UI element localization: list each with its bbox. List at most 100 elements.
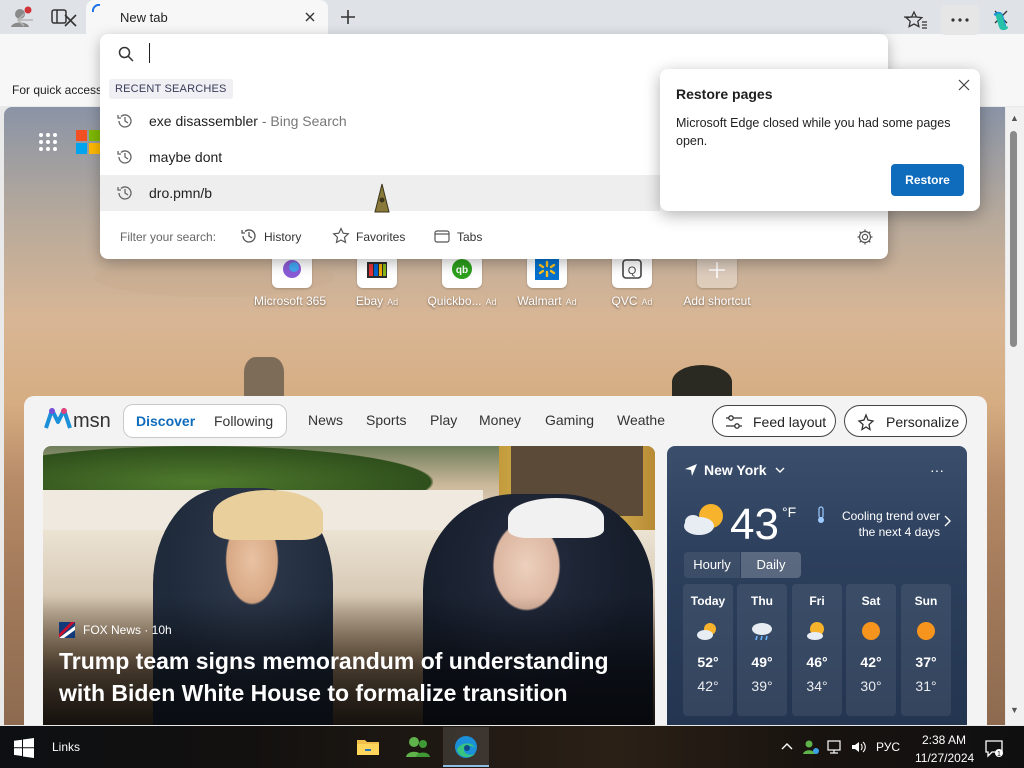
- filter-favorites-button[interactable]: Favorites: [332, 227, 412, 247]
- ad-badge: Ad: [565, 297, 577, 307]
- shortcut-walmart[interactable]: Walmart Ad: [507, 254, 587, 308]
- history-clock-icon: [117, 186, 132, 200]
- history-clock-icon: [241, 229, 256, 243]
- partly-sunny-icon: [683, 498, 729, 540]
- links-toolbar[interactable]: Links: [52, 740, 80, 754]
- category-gaming[interactable]: Gaming: [545, 412, 594, 428]
- shortcut-quickbooks[interactable]: qb Quickbo... Ad: [422, 254, 502, 308]
- forecast-day[interactable]: Today 52° 42°: [683, 584, 733, 716]
- category-sports[interactable]: Sports: [366, 412, 406, 428]
- chevron-down-icon: [775, 467, 785, 473]
- microsoft-logo-icon[interactable]: [76, 130, 100, 154]
- back-arrow-icon[interactable]: [14, 11, 36, 29]
- scroll-thumb[interactable]: [1010, 131, 1017, 347]
- personalize-label: Personalize: [886, 414, 960, 430]
- thermometer-icon: [816, 506, 826, 524]
- forecast-day[interactable]: Sun 37° 31°: [901, 584, 951, 716]
- suggestion-text: maybe dont: [149, 149, 223, 165]
- tab-close-icon[interactable]: [303, 10, 317, 24]
- category-weather[interactable]: Weathe: [617, 412, 665, 428]
- low-temp: 34°: [806, 678, 828, 694]
- page-scrollbar[interactable]: ▲ ▼: [1006, 107, 1024, 725]
- clock-time: 2:38 AM: [921, 733, 967, 747]
- category-money[interactable]: Money: [479, 412, 521, 428]
- hero-headline[interactable]: Trump team signs memorandum of understan…: [59, 645, 649, 709]
- weather-more-icon[interactable]: ···: [930, 462, 944, 478]
- feed-layout-button[interactable]: Feed layout: [712, 405, 836, 437]
- scroll-down-icon[interactable]: ▼: [1010, 705, 1019, 715]
- copilot-icon[interactable]: [988, 8, 1014, 34]
- taskbar-edge[interactable]: [443, 727, 489, 767]
- tab-daily[interactable]: Daily: [741, 552, 801, 578]
- filter-label: Filter your search:: [120, 230, 217, 244]
- taskbar-file-explorer[interactable]: [345, 727, 391, 767]
- svg-text:Q: Q: [628, 265, 637, 277]
- tab-hourly[interactable]: Hourly: [684, 552, 740, 578]
- suggestion-item[interactable]: exe disassembler - Bing Search: [100, 103, 660, 139]
- mouse-cursor-icon: [372, 182, 394, 216]
- network-icon[interactable]: [826, 738, 844, 756]
- shortcut-label: QVC: [611, 294, 638, 308]
- scroll-up-icon[interactable]: ▲: [1010, 113, 1019, 123]
- new-tab-icon[interactable]: [337, 8, 359, 26]
- high-temp: 46°: [806, 654, 828, 670]
- low-temp: 42°: [697, 678, 719, 694]
- volume-icon[interactable]: [850, 738, 868, 756]
- taskbar-people[interactable]: [395, 727, 441, 767]
- chevron-right-icon[interactable]: [944, 515, 952, 527]
- category-news[interactable]: News: [308, 412, 343, 428]
- high-temp: 49°: [751, 654, 773, 670]
- day-name: Thu: [751, 594, 773, 608]
- category-play[interactable]: Play: [430, 412, 457, 428]
- shortcut-ebay[interactable]: Ebay Ad: [337, 254, 417, 308]
- people-tray-icon[interactable]: [802, 738, 820, 756]
- favorites-star-icon[interactable]: [904, 10, 928, 30]
- tab-following[interactable]: Following: [214, 413, 273, 429]
- forecast-day[interactable]: Fri 46° 34°: [792, 584, 842, 716]
- location-arrow-icon: [685, 464, 697, 476]
- tabs-icon: [434, 230, 450, 243]
- forecast-day[interactable]: Thu 49° 39°: [737, 584, 787, 716]
- weather-trend[interactable]: Cooling trend over the next 4 days: [832, 508, 940, 540]
- source-name: FOX News · 10h: [83, 623, 172, 637]
- app-launcher-icon[interactable]: [38, 132, 58, 152]
- high-temp: 37°: [915, 654, 937, 670]
- high-temp: 52°: [697, 654, 719, 670]
- day-name: Fri: [809, 594, 825, 608]
- settings-more-icon[interactable]: [941, 5, 979, 35]
- ad-badge: Ad: [485, 297, 497, 307]
- fox-news-logo-icon: [59, 622, 75, 638]
- address-bar-input[interactable]: [150, 40, 850, 66]
- action-center-icon[interactable]: 1: [984, 738, 1004, 758]
- show-hidden-icons-icon[interactable]: [778, 738, 796, 756]
- popup-title: Restore pages: [676, 86, 773, 102]
- close-icon[interactable]: [956, 77, 972, 93]
- favorites-hint: For quick access: [12, 83, 103, 97]
- filter-history-button[interactable]: History: [240, 227, 310, 247]
- suggestion-text: dro.pmn/b: [149, 185, 213, 201]
- quickbooks-icon: qb: [452, 259, 472, 279]
- gear-icon[interactable]: [856, 228, 874, 246]
- loading-spinner-icon: [92, 4, 101, 13]
- people-icon: [406, 737, 430, 757]
- recent-searches-label: RECENT SEARCHES: [109, 79, 233, 99]
- weather-location[interactable]: New York: [684, 462, 785, 478]
- windows-start-icon[interactable]: [14, 738, 34, 758]
- suggestion-item[interactable]: maybe dont: [100, 139, 660, 175]
- stop-loading-icon[interactable]: [61, 12, 81, 30]
- shortcut-qvc[interactable]: Q QVC Ad: [592, 254, 672, 308]
- tab-discover[interactable]: Discover: [136, 413, 195, 429]
- shortcut-add[interactable]: Add shortcut: [677, 254, 757, 308]
- tab-new-tab[interactable]: New tab: [86, 0, 328, 34]
- msn-logo-icon[interactable]: msn: [44, 404, 114, 434]
- filter-tabs-button[interactable]: Tabs: [433, 227, 489, 247]
- filter-favorites-label: Favorites: [356, 230, 406, 244]
- shortcut-microsoft-365[interactable]: Microsoft 365: [252, 254, 332, 308]
- forecast-day[interactable]: Sat 42° 30°: [846, 584, 896, 716]
- restore-button[interactable]: Restore: [891, 164, 964, 196]
- personalize-button[interactable]: Personalize: [844, 405, 967, 437]
- system-clock[interactable]: 2:38 AM 11/27/2024: [915, 731, 974, 767]
- suggestion-source: - Bing Search: [257, 113, 347, 129]
- language-indicator[interactable]: РУС: [876, 740, 900, 754]
- temperature-unit[interactable]: °F: [782, 504, 796, 520]
